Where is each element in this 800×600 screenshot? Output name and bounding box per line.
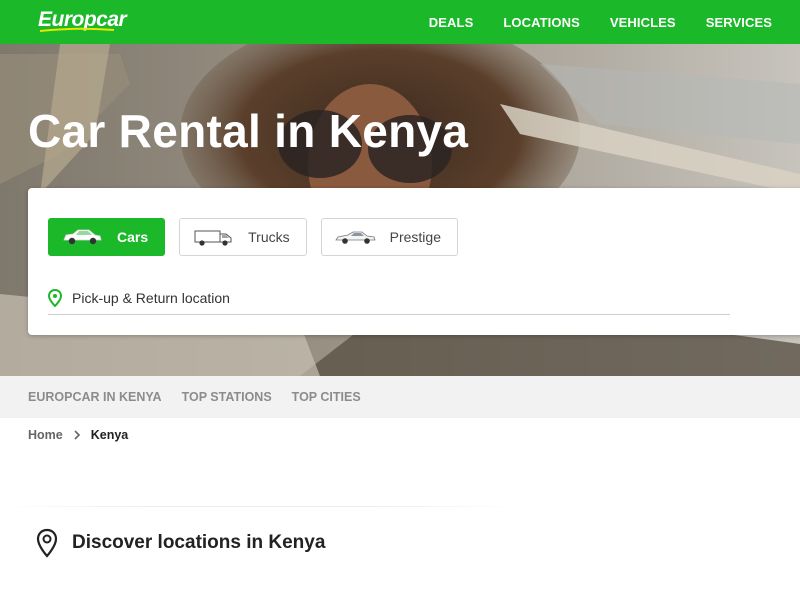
top-navigation-bar: Europcar DEALS LOCATIONS VEHICLES SERVIC… <box>0 0 800 44</box>
tab-prestige[interactable]: Prestige <box>320 218 458 256</box>
discover-section-header: Discover locations in Kenya <box>36 528 325 558</box>
chevron-right-icon <box>74 430 80 440</box>
breadcrumb-home[interactable]: Home <box>28 428 63 442</box>
pickup-location-placeholder: Pick-up & Return location <box>72 290 230 306</box>
nav-locations[interactable]: LOCATIONS <box>503 15 580 30</box>
pickup-location-input[interactable]: Pick-up & Return location <box>48 282 730 315</box>
tab-trucks-label: Trucks <box>248 229 290 245</box>
booking-widget: Cars Trucks Prestige Pick-up & Return lo… <box>28 188 800 335</box>
nav-deals[interactable]: DEALS <box>429 15 474 30</box>
discover-title: Discover locations in Kenya <box>72 532 326 553</box>
logo-swoosh-icon <box>39 27 115 32</box>
tab-trucks[interactable]: Trucks <box>179 218 307 256</box>
location-pin-icon <box>48 289 62 307</box>
nav-services[interactable]: SERVICES <box>706 15 772 30</box>
map-pin-icon <box>36 528 58 558</box>
prestige-car-icon <box>334 231 376 244</box>
tab-cars[interactable]: Cars <box>48 218 166 256</box>
section-divider <box>0 506 520 507</box>
breadcrumb-current: Kenya <box>90 428 129 442</box>
sub-navigation: EUROPCAR IN KENYA TOP STATIONS TOP CITIE… <box>0 376 800 418</box>
truck-icon <box>194 230 232 246</box>
tab-prestige-label: Prestige <box>389 229 441 245</box>
car-icon <box>63 229 102 245</box>
breadcrumb: Home Kenya <box>28 428 128 442</box>
subnav-top-cities[interactable]: TOP CITIES <box>292 390 361 404</box>
nav-vehicles[interactable]: VEHICLES <box>610 15 676 30</box>
tab-cars-label: Cars <box>117 229 149 245</box>
vehicle-type-tabs: Cars Trucks Prestige <box>48 218 458 256</box>
subnav-top-stations[interactable]: TOP STATIONS <box>182 390 272 404</box>
main-nav: DEALS LOCATIONS VEHICLES SERVICES <box>429 0 772 44</box>
subnav-europcar-in-kenya[interactable]: EUROPCAR IN KENYA <box>28 390 162 404</box>
page-title: Car Rental in Kenya <box>28 105 469 157</box>
